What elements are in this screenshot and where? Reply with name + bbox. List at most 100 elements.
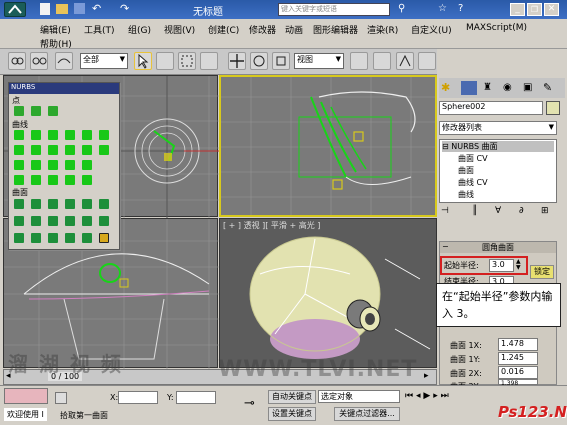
search-field[interactable]: 键入关键字或短语 xyxy=(278,3,390,16)
close-button[interactable]: ✕ xyxy=(544,3,559,16)
nurbs-palette[interactable]: NURBS 点 曲线 曲面 xyxy=(8,82,120,250)
curve-tool-icon[interactable] xyxy=(31,130,41,140)
app-logo[interactable] xyxy=(4,2,26,17)
timeline-right-arrow[interactable]: ▸ xyxy=(424,371,429,381)
motion-tab-icon[interactable]: ◉ xyxy=(503,82,512,93)
curve-tool-icon[interactable] xyxy=(31,160,41,170)
undo-icon[interactable]: ↶ xyxy=(92,2,101,15)
object-color-swatch[interactable] xyxy=(546,101,560,115)
curve-tool-icon[interactable] xyxy=(48,175,58,185)
scale-icon[interactable] xyxy=(272,52,290,70)
rectangular-selection-icon[interactable] xyxy=(178,52,196,70)
menu-graph-editors[interactable]: 图形编辑器 xyxy=(313,23,358,36)
configure-sets-icon[interactable]: ⊞ xyxy=(541,206,549,216)
rollout-title[interactable]: − 圆角曲面 xyxy=(440,242,556,253)
surface-tool-icon[interactable] xyxy=(48,216,58,226)
show-end-result-icon[interactable]: ║ xyxy=(472,206,477,216)
curve-tool-icon[interactable] xyxy=(65,130,75,140)
menu-create[interactable]: 创建(C) xyxy=(208,23,239,36)
help-icon[interactable]: ? xyxy=(458,3,463,14)
surface-tool-icon[interactable] xyxy=(82,216,92,226)
surface-tool-icon[interactable] xyxy=(99,199,109,209)
selected-object-dropdown[interactable]: 选定对象 xyxy=(318,390,400,403)
surface-tool-icon[interactable] xyxy=(65,233,75,243)
curve-tool-icon[interactable] xyxy=(48,160,58,170)
start-radius-spinner[interactable]: ▲ ▼ xyxy=(516,259,521,271)
curve-tool-icon[interactable] xyxy=(82,130,92,140)
stack-item-nurbs[interactable]: ⊟ NURBS 曲面 xyxy=(442,141,554,152)
menu-rendering[interactable]: 渲染(R) xyxy=(367,23,398,36)
stack-item-surface[interactable]: 曲面 xyxy=(458,165,474,176)
surface-tool-icon[interactable] xyxy=(31,233,41,243)
coord-y-field[interactable] xyxy=(176,391,216,404)
surface-tool-icon[interactable] xyxy=(48,199,58,209)
redo-icon[interactable]: ↷ xyxy=(120,2,129,15)
curve-tool-icon[interactable] xyxy=(14,145,24,155)
link-icon[interactable] xyxy=(8,52,26,70)
start-radius-input[interactable]: 3.0 xyxy=(489,259,514,272)
remove-modifier-icon[interactable]: ∂ xyxy=(519,206,524,216)
curve-tool-icon[interactable] xyxy=(14,130,24,140)
menu-edit[interactable]: 编辑(E) xyxy=(40,23,71,36)
pivot-center-icon[interactable] xyxy=(350,52,368,70)
curve-tool-icon[interactable] xyxy=(14,175,24,185)
surface-tool-icon[interactable] xyxy=(82,233,92,243)
surface-tool-icon[interactable] xyxy=(31,199,41,209)
fillet-surface-tool-icon[interactable] xyxy=(99,233,109,243)
go-to-end-icon[interactable]: ⏭ xyxy=(441,391,449,401)
rotate-icon[interactable] xyxy=(250,52,268,70)
perspective-viewport-label[interactable]: [ + ] 透视 ][ 平滑 + 高光 ] xyxy=(223,220,320,231)
curve-tool-icon[interactable] xyxy=(82,160,92,170)
binoculars-icon[interactable]: ⚲ xyxy=(398,3,405,14)
select-object-icon[interactable] xyxy=(134,52,152,70)
unlink-icon[interactable] xyxy=(30,52,48,70)
curve-tool-icon[interactable] xyxy=(65,160,75,170)
curve-tool-icon[interactable] xyxy=(99,130,109,140)
selection-filter-dropdown[interactable]: 全部 ▼ xyxy=(80,53,128,69)
curve-tool-icon[interactable] xyxy=(31,175,41,185)
curve-tool-icon[interactable] xyxy=(82,175,92,185)
surface-tool-icon[interactable] xyxy=(14,233,24,243)
surface-tool-icon[interactable] xyxy=(48,233,58,243)
minimize-button[interactable]: _ xyxy=(510,3,525,16)
create-tab-icon[interactable]: ✱ xyxy=(441,81,450,94)
surface-tool-icon[interactable] xyxy=(65,199,75,209)
next-frame-icon[interactable]: ▸ xyxy=(433,391,438,401)
viewport-front[interactable] xyxy=(219,75,437,217)
coord-x-field[interactable] xyxy=(118,391,158,404)
auto-key-button[interactable]: 自动关键点 xyxy=(268,390,316,404)
surface-tool-icon[interactable] xyxy=(65,216,75,226)
curve-tool-icon[interactable] xyxy=(65,145,75,155)
make-unique-icon[interactable]: ∀ xyxy=(495,206,501,216)
surface2x-input[interactable]: 0.016 xyxy=(498,366,538,379)
coord-system-dropdown[interactable]: 视图 ▼ xyxy=(294,53,344,69)
modifier-list-dropdown[interactable]: 修改器列表 ▼ xyxy=(439,121,557,135)
surface-tool-icon[interactable] xyxy=(14,199,24,209)
favorites-icon[interactable]: ☆ xyxy=(438,3,447,14)
play-icon[interactable]: ▶ xyxy=(423,391,430,401)
stack-item-curve[interactable]: 曲线 xyxy=(458,189,474,200)
snap-toggle-icon[interactable] xyxy=(396,52,414,70)
point-tool-icon[interactable] xyxy=(48,106,58,116)
menu-group[interactable]: 组(G) xyxy=(128,23,151,36)
key-icon[interactable]: ⊸ xyxy=(244,396,255,411)
curve-tool-icon[interactable] xyxy=(99,145,109,155)
point-tool-icon[interactable] xyxy=(14,106,24,116)
key-filters-button[interactable]: 关键点过滤器... xyxy=(334,407,400,421)
angle-snap-icon[interactable] xyxy=(418,52,436,70)
point-tool-icon[interactable] xyxy=(31,106,41,116)
menu-maxscript[interactable]: MAXScript(M) xyxy=(466,23,527,33)
hierarchy-tab-icon[interactable]: ♜ xyxy=(483,82,492,93)
display-tab-icon[interactable]: ▣ xyxy=(523,82,532,93)
select-by-name-icon[interactable] xyxy=(156,52,174,70)
move-icon[interactable] xyxy=(228,52,246,70)
surface-tool-icon[interactable] xyxy=(31,216,41,226)
utilities-tab-icon[interactable]: ✎ xyxy=(543,81,552,94)
prev-frame-icon[interactable]: ◂ xyxy=(416,391,421,401)
lock-selection-icon[interactable] xyxy=(55,392,67,404)
stack-item-curve-cv[interactable]: 曲线 CV xyxy=(458,177,488,188)
surface-tool-icon[interactable] xyxy=(14,216,24,226)
surface-tool-icon[interactable] xyxy=(99,216,109,226)
quick-new-icon[interactable] xyxy=(40,3,50,15)
viewport-perspective[interactable]: [ + ] 透视 ][ 平滑 + 高光 ] xyxy=(219,218,437,368)
